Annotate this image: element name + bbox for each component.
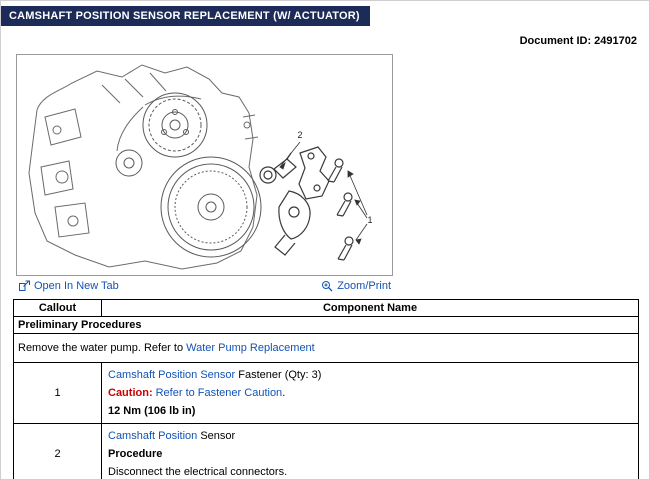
component-title-line: Camshaft Position Sensor — [108, 430, 632, 442]
service-document-page: CAMSHAFT POSITION SENSOR REPLACEMENT (W/… — [0, 0, 650, 480]
callout-number-2: 2 — [14, 424, 102, 480]
external-link-icon — [18, 280, 30, 292]
diagram-callout-2: 2 — [297, 130, 302, 140]
component-name-header: Component Name — [102, 300, 639, 317]
caution-period: . — [282, 387, 285, 399]
preliminary-text: Remove the water pump. Refer to — [18, 342, 186, 354]
component-cell-2: Camshaft Position Sensor Procedure Disco… — [102, 424, 639, 480]
procedure-text: Disconnect the electrical connectors. — [108, 466, 632, 478]
callout-header: Callout — [14, 300, 102, 317]
caution-line: Caution:Refer to Fastener Caution. — [108, 387, 632, 399]
zoom-print-link[interactable]: Zoom/Print — [321, 280, 391, 292]
preliminary-procedures-title: Preliminary Procedures — [14, 317, 639, 334]
fastener-caution-link[interactable]: Refer to Fastener Caution — [156, 387, 283, 399]
torque-spec: 12 Nm (106 lb in) — [108, 405, 632, 417]
page-title: CAMSHAFT POSITION SENSOR REPLACEMENT (W/… — [1, 6, 370, 26]
component-title-line: Camshaft Position Sensor Fastener (Qty: … — [108, 369, 632, 381]
water-pump-replacement-link[interactable]: Water Pump Replacement — [186, 342, 315, 354]
document-id: Document ID: 2491702 — [1, 26, 649, 51]
component-table: Callout Component Name Preliminary Proce… — [13, 299, 639, 480]
component-title-rest: Sensor — [197, 430, 235, 442]
camshaft-position-sensor-link[interactable]: Camshaft Position Sensor — [108, 369, 235, 381]
table-row-callout-1: 1 Camshaft Position Sensor Fastener (Qty… — [14, 363, 639, 424]
table-row-preliminary-title: Preliminary Procedures — [14, 317, 639, 334]
procedure-label: Procedure — [108, 448, 632, 460]
component-cell-1: Camshaft Position Sensor Fastener (Qty: … — [102, 363, 639, 424]
table-row-preliminary-text: Remove the water pump. Refer to Water Pu… — [14, 334, 639, 363]
magnifier-icon — [321, 280, 333, 292]
figure-links: Open In New Tab Zoom/Print — [16, 276, 393, 295]
open-in-new-tab-label: Open In New Tab — [34, 280, 119, 292]
open-in-new-tab-link[interactable]: Open In New Tab — [18, 280, 119, 292]
figure-box: 2 1 — [16, 54, 393, 276]
caution-label: Caution: — [108, 387, 153, 399]
table-row-callout-2: 2 Camshaft Position Sensor Procedure Dis… — [14, 424, 639, 480]
table-header-row: Callout Component Name — [14, 300, 639, 317]
component-title-rest: Fastener (Qty: 3) — [235, 369, 321, 381]
zoom-print-label: Zoom/Print — [337, 280, 391, 292]
engine-diagram: 2 1 — [17, 55, 392, 275]
camshaft-position-link[interactable]: Camshaft Position — [108, 430, 197, 442]
preliminary-instruction: Remove the water pump. Refer to Water Pu… — [14, 334, 639, 363]
diagram-callout-1: 1 — [367, 215, 372, 225]
callout-number-1: 1 — [14, 363, 102, 424]
